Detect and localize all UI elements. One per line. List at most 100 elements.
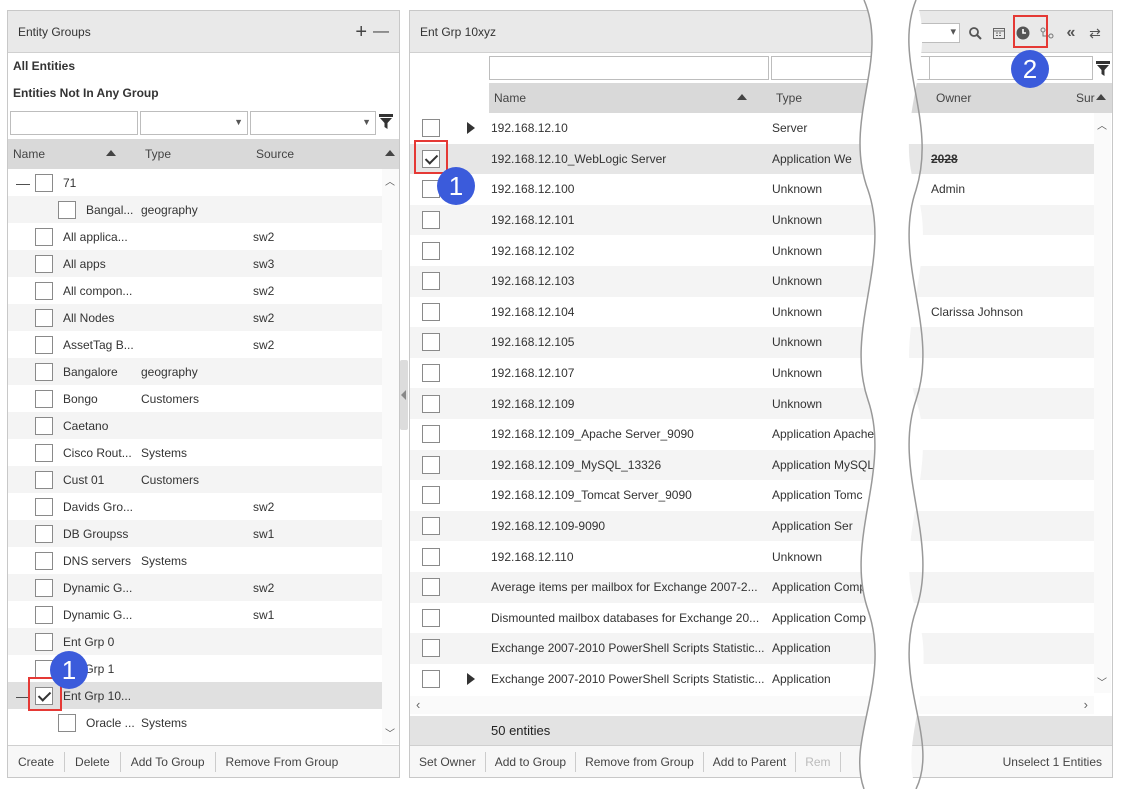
view-select[interactable]: [920, 23, 960, 43]
group-row[interactable]: AssetTag B... sw2: [8, 331, 382, 358]
group-row[interactable]: All Nodes sw2: [8, 304, 382, 331]
expand-arrow-icon[interactable]: [467, 672, 475, 685]
group-row[interactable]: DNS servers Systems: [8, 547, 382, 574]
row-checkbox[interactable]: [35, 281, 53, 300]
row-checkbox[interactable]: [58, 713, 76, 732]
name-filter-input[interactable]: [10, 111, 138, 135]
row-checkbox[interactable]: [35, 389, 53, 408]
entity-row[interactable]: 192.168.12.107 Unknown: [410, 358, 1094, 389]
row-checkbox[interactable]: [35, 362, 53, 381]
left-vertical-scrollbar[interactable]: ︿ ﹀: [382, 169, 399, 744]
row-checkbox[interactable]: [422, 302, 440, 321]
name-column-header[interactable]: Name: [489, 83, 771, 113]
entity-row[interactable]: Dismounted mailbox databases for Exchang…: [410, 603, 1094, 634]
row-checkbox[interactable]: [422, 578, 440, 597]
group-row[interactable]: DB Groupss sw1: [8, 520, 382, 547]
row-checkbox[interactable]: [422, 272, 440, 291]
group-row[interactable]: All applica... sw2: [8, 223, 382, 250]
name-column-header[interactable]: Name: [8, 139, 140, 169]
owner-column-header[interactable]: Owner: [931, 83, 1071, 113]
row-checkbox[interactable]: [35, 335, 53, 354]
collapse-icon[interactable]: —: [16, 175, 30, 191]
row-checkbox[interactable]: [35, 605, 53, 624]
all-entities-item[interactable]: All Entities: [8, 53, 399, 80]
entity-row[interactable]: 192.168.12.109-9090 Application Ser: [410, 510, 1094, 542]
entity-row[interactable]: 192.168.12.109 Unknown: [410, 388, 1094, 419]
source-filter-select[interactable]: ▼: [250, 111, 376, 135]
chevron-down-icon[interactable]: ﹀: [385, 725, 395, 740]
chevron-right-icon[interactable]: ›: [1084, 697, 1088, 712]
group-row[interactable]: Bangal... geography: [8, 196, 382, 223]
remove-from-group-button[interactable]: Remove from Group: [576, 751, 704, 772]
source-column-header[interactable]: Source: [251, 139, 381, 169]
row-checkbox[interactable]: [35, 632, 53, 651]
type-column-header[interactable]: Type: [771, 83, 931, 113]
refresh-icon[interactable]: ⇄: [1086, 24, 1104, 42]
row-checkbox[interactable]: [422, 486, 440, 505]
group-row[interactable]: All apps sw3: [8, 250, 382, 277]
type-filter-select[interactable]: ▼: [140, 111, 248, 135]
row-checkbox[interactable]: [422, 517, 440, 536]
add-to-group-button[interactable]: Add to Group: [486, 751, 577, 772]
row-checkbox[interactable]: [58, 200, 76, 219]
name-filter-input[interactable]: [489, 56, 769, 80]
add-group-button[interactable]: +: [355, 22, 367, 42]
group-row[interactable]: Oracle ... Systems: [8, 709, 382, 736]
entity-row[interactable]: 192.168.12.109_Tomcat Server_9090 Applica…: [410, 480, 1094, 511]
entity-row[interactable]: 192.168.12.109_Apache Server_9090 Applica…: [410, 419, 1094, 450]
chevron-up-icon[interactable]: ︿: [385, 173, 395, 188]
scroll-up-icon[interactable]: [385, 150, 395, 156]
set-owner-button[interactable]: Set Owner: [410, 751, 486, 772]
unselect-entities-button[interactable]: Unselect 1 Entities: [1003, 755, 1102, 769]
group-row[interactable]: All compon... sw2: [8, 277, 382, 304]
row-checkbox[interactable]: [35, 443, 53, 462]
row-checkbox[interactable]: [35, 227, 53, 246]
double-chevron-left-icon[interactable]: «: [1062, 24, 1080, 42]
expand-arrow-icon[interactable]: [467, 122, 475, 135]
filter-icon[interactable]: [378, 111, 394, 133]
entity-row[interactable]: Average items per mailbox for Exchange 2…: [410, 571, 1094, 603]
group-row[interactable]: Bangalore geography: [8, 358, 382, 385]
row-checkbox[interactable]: [422, 241, 440, 260]
entity-row[interactable]: 192.168.12.109_MySQL_13326 Application My…: [410, 449, 1094, 481]
delete-button[interactable]: Delete: [65, 751, 121, 772]
row-checkbox[interactable]: [35, 308, 53, 327]
group-row[interactable]: Caetano: [8, 412, 382, 439]
row-checkbox[interactable]: [422, 608, 440, 627]
group-row[interactable]: Cust 01 Customers: [8, 466, 382, 493]
collapse-button[interactable]: —: [373, 22, 389, 42]
entity-row[interactable]: 192.168.12.104 Unknown Clarissa Johnson: [410, 297, 1094, 328]
group-row[interactable]: — 71: [8, 169, 382, 196]
entity-row[interactable]: 192.168.12.102 Unknown: [410, 235, 1094, 266]
remove-button[interactable]: Rem: [796, 751, 841, 772]
row-checkbox[interactable]: [35, 254, 53, 273]
row-checkbox[interactable]: [422, 547, 440, 566]
entity-row[interactable]: Exchange 2007-2010 PowerShell Scripts St…: [410, 633, 1094, 664]
chevron-left-icon[interactable]: ‹: [416, 697, 420, 712]
filter-icon[interactable]: [1095, 58, 1111, 80]
group-row[interactable]: Bongo Customers: [8, 385, 382, 412]
entity-row[interactable]: 192.168.12.110 Unknown: [410, 541, 1094, 572]
row-checkbox[interactable]: [422, 639, 440, 658]
row-checkbox[interactable]: [422, 455, 440, 474]
entity-row[interactable]: 192.168.12.10_WebLogic Server Application…: [410, 143, 1094, 175]
entities-not-in-group-item[interactable]: Entities Not In Any Group: [8, 80, 399, 107]
row-checkbox[interactable]: [422, 333, 440, 352]
row-checkbox[interactable]: [35, 173, 53, 192]
row-checkbox[interactable]: [35, 497, 53, 516]
type-filter-input[interactable]: [771, 56, 931, 80]
group-row[interactable]: Cisco Rout... Systems: [8, 439, 382, 466]
chevron-down-icon[interactable]: ﹀: [1097, 674, 1107, 689]
row-checkbox[interactable]: [422, 425, 440, 444]
entity-row[interactable]: 192.168.12.101 Unknown: [410, 204, 1094, 236]
row-checkbox[interactable]: [422, 394, 440, 413]
remove-from-group-button[interactable]: Remove From Group: [216, 752, 349, 772]
calendar-icon[interactable]: [990, 24, 1008, 42]
entity-row[interactable]: 192.168.12.100 Unknown Admin: [410, 174, 1094, 205]
entity-row[interactable]: 192.168.12.103 Unknown: [410, 265, 1094, 297]
row-checkbox[interactable]: [422, 669, 440, 688]
entity-row[interactable]: 192.168.12.10 Server: [410, 113, 1094, 144]
group-row[interactable]: Dynamic G... sw2: [8, 574, 382, 601]
row-checkbox[interactable]: [422, 119, 440, 138]
right-vertical-scrollbar[interactable]: ︿ ﹀: [1094, 113, 1111, 693]
